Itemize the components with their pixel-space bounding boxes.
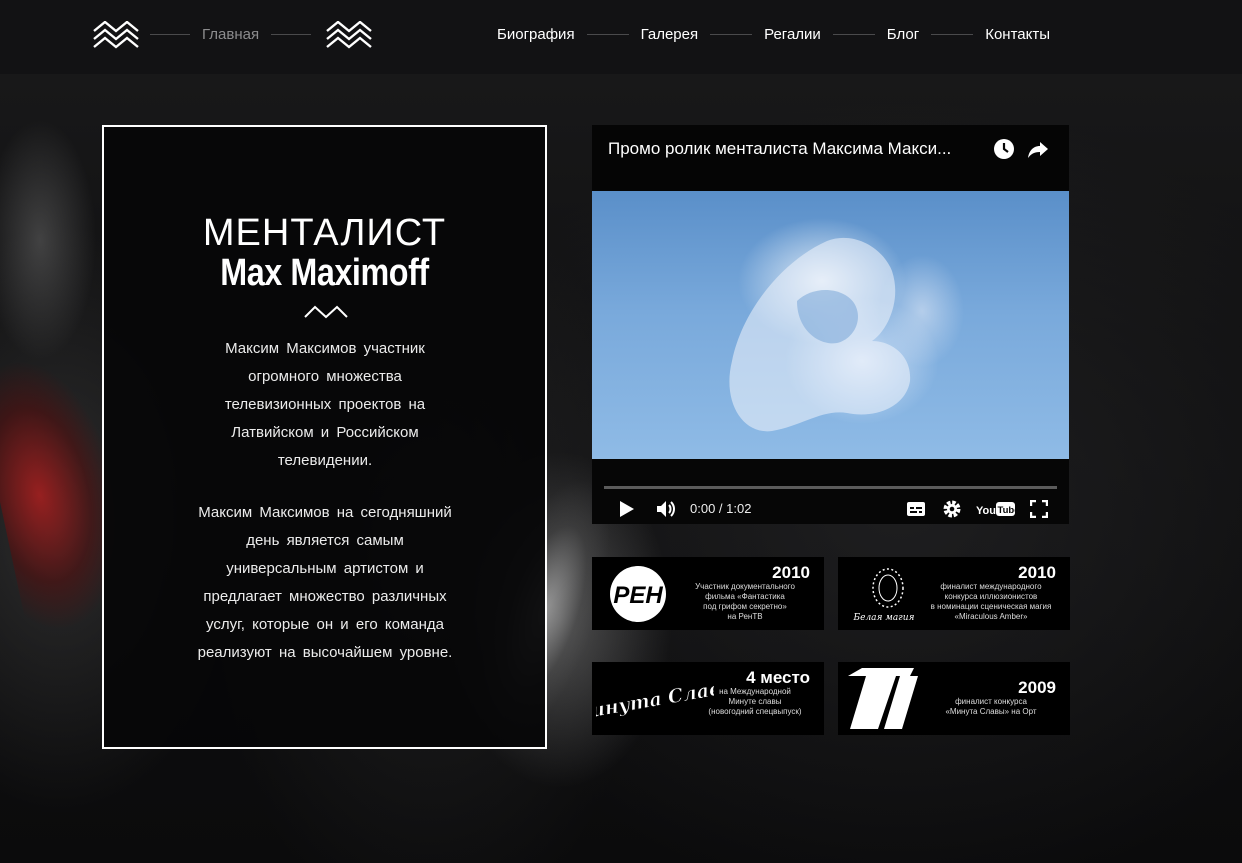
video-thumbnail[interactable] — [592, 191, 1069, 459]
text-line: «Miraculous Amber» — [954, 612, 1028, 621]
progress-bar[interactable] — [604, 486, 1057, 489]
text-line: реализуют на высочайшем уровне. — [197, 644, 453, 661]
divider — [931, 33, 974, 35]
video-time: 0:00 / 1:02 — [690, 501, 752, 516]
award-description: Участник документального фильма «Фантаст… — [680, 582, 810, 622]
nav-item-gallery[interactable]: Галерея — [641, 26, 699, 43]
text-line: телевидении. — [277, 452, 373, 469]
text-line: «Минута Славы» на Орт — [945, 707, 1037, 716]
divider — [710, 33, 753, 35]
award-year: 2009 — [1018, 678, 1056, 697]
award-place: 4 место — [746, 668, 810, 687]
zigzag-logo-icon — [326, 21, 372, 49]
minuta-slavy-logo-text: Минута Славы — [596, 674, 714, 726]
award-tile-ren[interactable]: РЕН 2010 Участник документального фильма… — [592, 557, 824, 630]
intro-paragraph-2: Максим Максимов на сегодняшний день явля… — [174, 499, 476, 667]
text-line: финалист конкурса — [955, 697, 1027, 706]
nav-item-biography[interactable]: Биография — [497, 26, 575, 43]
award-description: финалист международного конкурса иллюзио… — [926, 582, 1056, 622]
zigzag-logo-icon[interactable] — [93, 21, 139, 49]
home-nav: Главная — [150, 24, 312, 44]
video-title[interactable]: Промо ролик менталиста Максима Макси... — [608, 139, 988, 159]
intro-card: МЕНТАЛИСТ Max Maximoff Максим Максимов у… — [102, 125, 547, 749]
hand-silhouette-image — [729, 237, 911, 432]
text-line: на Международной — [719, 687, 791, 696]
text-line: универсальным артистом и — [226, 560, 424, 577]
first-channel-logo-icon: 1 — [844, 668, 918, 729]
award-tile-white-magic[interactable]: Белая магия 2010 финалист международного… — [838, 557, 1070, 630]
video-controls: 0:00 / 1:02 You Tube — [592, 459, 1069, 524]
ren-logo-text: РЕН — [613, 582, 663, 609]
divider — [586, 33, 629, 35]
white-magic-logo-text: Белая магия — [853, 613, 915, 623]
video-title-bar: Промо ролик менталиста Максима Макси... — [592, 125, 1069, 191]
youtube-logo-icon[interactable]: You Tube — [976, 499, 1016, 519]
settings-gear-icon[interactable] — [942, 499, 962, 519]
text-line: день является самым — [246, 532, 404, 549]
text-line: фильма «Фантастика — [705, 592, 785, 601]
divider — [271, 33, 312, 35]
share-icon[interactable] — [1026, 137, 1050, 161]
svg-text:You: You — [976, 505, 996, 517]
text-line: под грифом секретно» — [703, 602, 787, 611]
first-channel-logo-text: 1 — [844, 668, 845, 669]
main-nav: Биография Галерея Регалии Блог Контакты — [497, 24, 1050, 44]
award-tile-first-channel[interactable]: 1 2009 финалист конкурса «Минута Славы» … — [838, 662, 1070, 735]
nav-item-contacts[interactable]: Контакты — [985, 26, 1050, 43]
play-icon[interactable] — [618, 499, 636, 519]
artist-name: Max Maximoff — [220, 252, 429, 294]
text-line: Максим Максимов участник — [225, 340, 425, 357]
subtitles-icon[interactable] — [906, 501, 926, 517]
divider — [832, 33, 875, 35]
video-player[interactable]: Промо ролик менталиста Максима Макси... … — [592, 125, 1069, 524]
text-line: Минуте славы — [728, 697, 782, 706]
ren-tv-logo-icon: РЕН — [610, 566, 666, 622]
card-title: МЕНТАЛИСТ — [202, 212, 447, 254]
nav-item-regalia[interactable]: Регалии — [764, 26, 821, 43]
volume-icon[interactable] — [655, 499, 677, 519]
text-line: огромного множества — [248, 368, 402, 385]
white-magic-logo-icon: Белая магия — [853, 568, 915, 623]
text-line: на РенТВ — [727, 612, 763, 621]
text-line: Участник документального — [695, 582, 795, 591]
intro-paragraph-1: Максим Максимов участник огромного множе… — [178, 335, 472, 475]
site-header: Главная Биография Галерея Регалии Блог К… — [0, 0, 1242, 74]
nav-item-blog[interactable]: Блог — [887, 26, 919, 43]
watch-later-icon[interactable] — [992, 137, 1016, 161]
award-year: 2010 — [1018, 563, 1056, 582]
text-line: предлагает множество различных — [203, 588, 447, 605]
text-line: Латвийском и Российском — [231, 424, 419, 441]
text-line: услуг, которые он и его команда — [206, 616, 444, 633]
text-line: (новогодний спецвыпуск) — [708, 707, 802, 716]
text-line: в номинации сценическая магия — [930, 602, 1052, 611]
zigzag-divider-icon — [304, 305, 348, 319]
text-line: конкурса иллюзионистов — [944, 592, 1038, 601]
fullscreen-icon[interactable] — [1030, 500, 1048, 518]
award-year: 2010 — [772, 563, 810, 582]
text-line: Максим Максимов на сегодняшний — [198, 504, 452, 521]
award-description: на Международной Минуте славы (новогодни… — [700, 687, 810, 717]
minuta-slavy-logo-icon: Минута Славы — [596, 674, 714, 726]
award-tile-minuta-slavy[interactable]: Минута Славы 4 место на Международной Ми… — [592, 662, 824, 735]
text-line: телевизионных проектов на — [224, 396, 426, 413]
nav-home-link[interactable]: Главная — [190, 26, 271, 43]
svg-text:Tube: Tube — [998, 505, 1017, 516]
divider — [150, 33, 190, 35]
award-description: финалист конкурса «Минута Славы» на Орт — [926, 697, 1056, 717]
text-line: финалист международного — [940, 582, 1042, 591]
